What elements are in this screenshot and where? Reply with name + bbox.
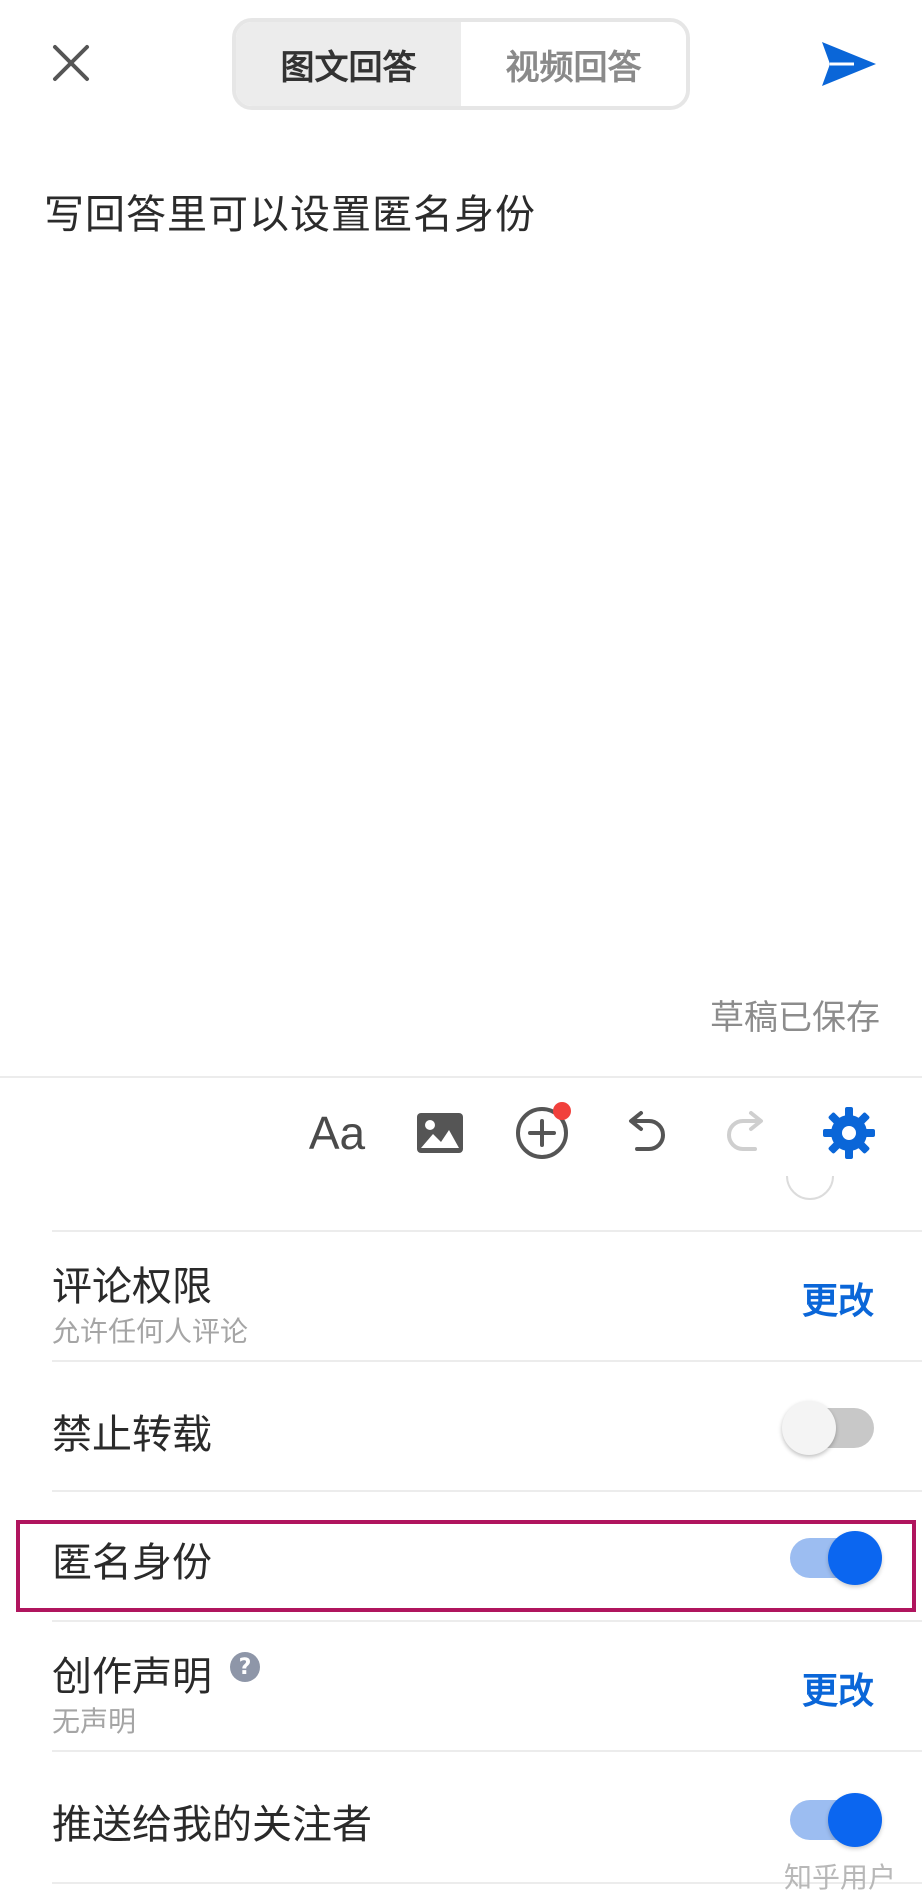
change-creation-statement-button[interactable]: 更改 xyxy=(802,1662,874,1714)
notification-dot xyxy=(553,1102,571,1120)
send-icon xyxy=(822,42,876,86)
no-repost-toggle[interactable] xyxy=(782,1401,874,1455)
answer-editor-screen: 图文回答 视频回答 写回答里可以设置匿名身份 草稿已保存 Aa 评论权限 允许任… xyxy=(0,0,922,1901)
tab-video-answer[interactable]: 视频回答 xyxy=(461,22,686,106)
editor-toolbar: Aa xyxy=(0,1076,922,1196)
scroll-indicator xyxy=(786,1176,834,1200)
no-repost-title: 禁止转载 xyxy=(52,1412,212,1458)
redo-button[interactable] xyxy=(712,1098,782,1168)
answer-editor[interactable]: 写回答里可以设置匿名身份 草稿已保存 xyxy=(0,150,922,1050)
creation-statement-title: 创作声明 xyxy=(52,1654,212,1700)
close-button[interactable] xyxy=(40,32,102,94)
insert-more-button[interactable] xyxy=(507,1098,577,1168)
publish-button[interactable] xyxy=(816,34,882,94)
toggle-knob xyxy=(828,1793,882,1847)
image-icon xyxy=(417,1113,463,1153)
change-comment-permission-button[interactable]: 更改 xyxy=(802,1272,874,1324)
toggle-knob xyxy=(782,1401,836,1455)
answer-settings-list: 评论权限 允许任何人评论 更改 禁止转载 匿名身份 创作声明 ? 无声明 更改 … xyxy=(0,1230,922,1884)
question-icon[interactable]: ? xyxy=(230,1652,260,1682)
setting-creation-statement: 创作声明 ? 无声明 更改 xyxy=(52,1620,922,1750)
undo-icon xyxy=(629,1111,665,1151)
insert-image-button[interactable] xyxy=(405,1098,475,1168)
settings-button[interactable] xyxy=(814,1098,884,1168)
text-format-button[interactable]: Aa xyxy=(302,1098,372,1168)
setting-comment-permission: 评论权限 允许任何人评论 更改 xyxy=(52,1230,922,1360)
draft-saved-status: 草稿已保存 xyxy=(710,998,880,1038)
answer-type-switch: 图文回答 视频回答 xyxy=(232,18,690,110)
creation-statement-value: 无声明 xyxy=(52,1705,137,1738)
comment-permission-value: 允许任何人评论 xyxy=(52,1315,249,1348)
close-icon xyxy=(53,45,89,81)
push-to-followers-title: 推送给我的关注者 xyxy=(52,1802,372,1848)
toggle-knob xyxy=(828,1531,882,1585)
font-format-icon: Aa xyxy=(308,1107,366,1159)
setting-no-repost: 禁止转载 xyxy=(52,1360,922,1490)
header-bar: 图文回答 视频回答 xyxy=(0,0,922,130)
comment-permission-title: 评论权限 xyxy=(52,1264,212,1310)
anonymous-title: 匿名身份 xyxy=(52,1540,212,1586)
tab-image-text-answer[interactable]: 图文回答 xyxy=(236,22,461,106)
undo-button[interactable] xyxy=(610,1098,680,1168)
gear-icon xyxy=(823,1107,875,1159)
redo-icon xyxy=(727,1111,763,1151)
setting-anonymous: 匿名身份 xyxy=(52,1490,922,1620)
anonymous-toggle[interactable] xyxy=(790,1531,882,1585)
watermark: 知乎用户 xyxy=(783,1861,896,1894)
push-to-followers-toggle[interactable] xyxy=(790,1793,882,1847)
answer-body-text[interactable]: 写回答里可以设置匿名身份 xyxy=(44,182,536,240)
